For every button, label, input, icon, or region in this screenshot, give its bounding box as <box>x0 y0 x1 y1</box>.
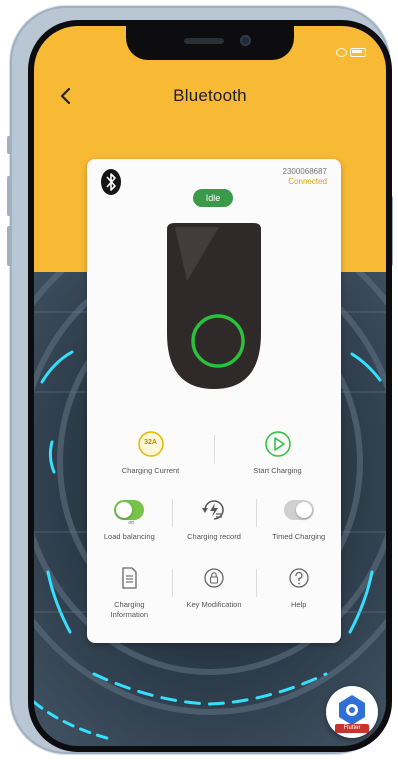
side-button <box>7 176 11 216</box>
bluetooth-icon <box>101 169 121 195</box>
speaker <box>184 38 224 44</box>
charging-information-label: Charging Information <box>110 600 149 619</box>
start-charging-button[interactable]: Start Charging <box>214 429 341 475</box>
fab-label: Flutter <box>335 724 369 733</box>
side-button <box>7 226 11 266</box>
play-icon <box>264 431 291 457</box>
key-lock-icon <box>204 568 224 588</box>
charging-record-icon <box>202 500 224 520</box>
phone-frame: Bluetooth 2300068687 Connected Idle 32A … <box>7 6 393 754</box>
connection-status: Connected <box>288 177 327 186</box>
divider <box>172 499 173 527</box>
action-row-2: on Load balancing Charging record Timed … <box>87 495 341 541</box>
divider <box>256 499 257 527</box>
key-modification-button[interactable]: Key Modification <box>172 563 257 620</box>
charging-current-label: Charging Current <box>121 466 180 475</box>
load-balancing-switch[interactable]: on <box>114 500 145 526</box>
divider <box>172 569 173 597</box>
battery-icon <box>350 48 366 57</box>
camera <box>240 35 251 46</box>
timed-charging-switch[interactable] <box>283 500 314 520</box>
load-balancing-toggle[interactable]: on Load balancing <box>87 495 172 541</box>
signal-icon <box>336 48 347 57</box>
charging-information-button[interactable]: Charging Information <box>87 563 172 620</box>
charging-current-button[interactable]: 32A Charging Current <box>87 429 214 475</box>
notch <box>126 26 294 60</box>
status-bar <box>336 48 366 57</box>
current-badge-text: 32A <box>144 439 157 446</box>
key-modification-label: Key Modification <box>186 600 242 609</box>
timed-charging-toggle[interactable]: Timed Charging <box>256 495 341 541</box>
side-button <box>7 136 11 154</box>
charger-image <box>167 223 261 389</box>
divider <box>256 569 257 597</box>
load-balancing-label: Load balancing <box>103 532 155 541</box>
help-icon <box>289 568 309 588</box>
timed-charging-label: Timed Charging <box>272 532 326 541</box>
screen-bezel: Bluetooth 2300068687 Connected Idle 32A … <box>28 20 392 752</box>
device-id: 2300068687 <box>282 167 328 176</box>
app-screen: Bluetooth 2300068687 Connected Idle 32A … <box>34 26 386 746</box>
action-row-3: Charging Information Key Modification He… <box>87 563 341 620</box>
document-icon <box>122 567 137 589</box>
page-title: Bluetooth <box>173 86 247 105</box>
divider <box>214 435 215 463</box>
charging-record-button[interactable]: Charging record <box>172 495 257 541</box>
flutter-fab-button[interactable]: Flutter <box>326 686 378 738</box>
device-card: 2300068687 Connected Idle 32A Charging C… <box>87 159 341 643</box>
start-charging-label: Start Charging <box>253 466 302 475</box>
help-button[interactable]: Help <box>256 563 341 620</box>
help-label: Help <box>290 600 307 609</box>
status-badge: Idle <box>193 189 233 207</box>
charging-record-label: Charging record <box>187 532 241 541</box>
